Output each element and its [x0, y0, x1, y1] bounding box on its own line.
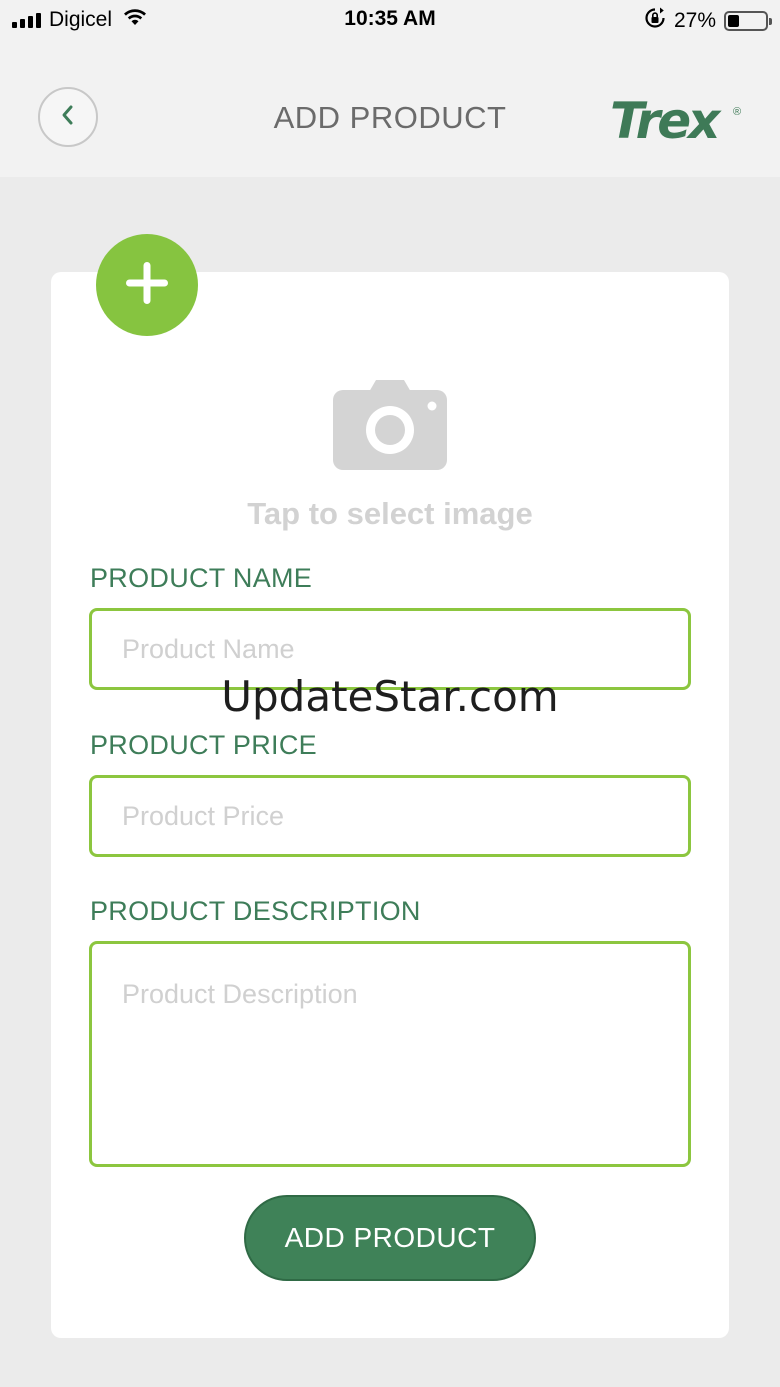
registered-mark: ®: [733, 106, 742, 118]
watermark-text: UpdateStar.com: [221, 672, 559, 721]
add-product-button[interactable]: ADD PRODUCT: [244, 1195, 536, 1281]
plus-icon: [122, 258, 172, 313]
product-price-input[interactable]: [89, 775, 691, 857]
status-bar: Digicel 10:35 AM 27%: [0, 0, 780, 40]
product-price-label: PRODUCT PRICE: [90, 730, 317, 760]
trex-logo: Trex: [610, 92, 720, 150]
nav-header: ADD PRODUCT Trex ®: [0, 40, 780, 177]
product-description-input[interactable]: [89, 941, 691, 1167]
product-name-label: PRODUCT NAME: [90, 563, 313, 593]
status-right: 27%: [644, 7, 772, 35]
battery-percent: 27%: [673, 9, 716, 32]
select-image-hint[interactable]: Tap to select image: [0, 496, 780, 532]
camera-icon[interactable]: [333, 378, 447, 475]
rotation-lock-icon: [644, 7, 666, 35]
add-image-button[interactable]: [96, 234, 198, 336]
product-description-label: PRODUCT DESCRIPTION: [90, 896, 421, 926]
battery-icon: [724, 11, 772, 31]
